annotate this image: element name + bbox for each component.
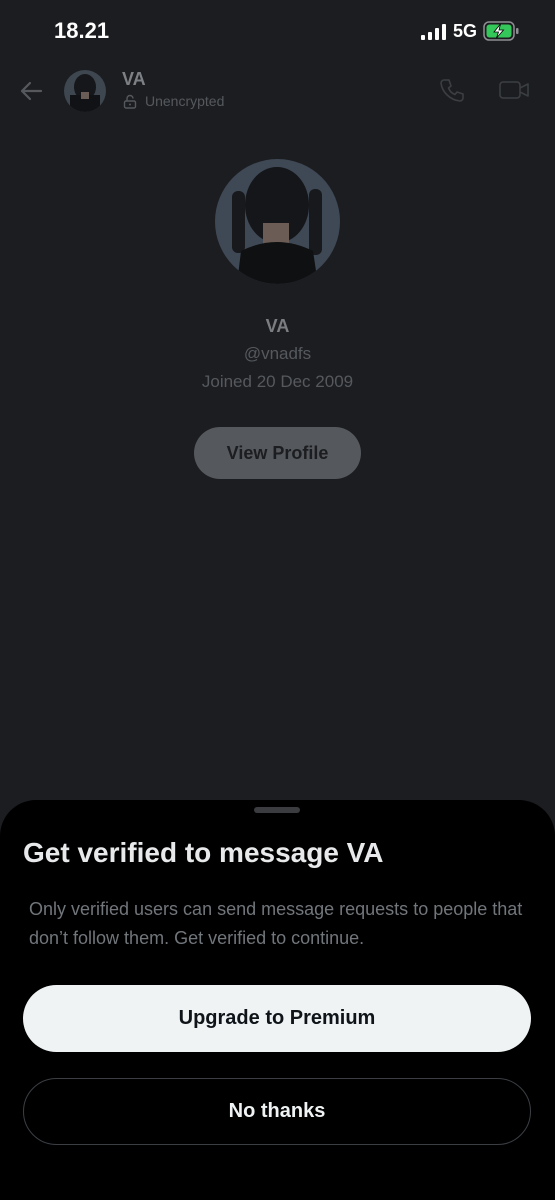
chat-header: VA Unencrypted bbox=[0, 62, 555, 122]
status-time: 18.21 bbox=[54, 18, 110, 43]
header-avatar[interactable] bbox=[64, 70, 106, 112]
sheet-drag-handle[interactable] bbox=[254, 807, 300, 813]
sheet-title: Get verified to message VA bbox=[23, 837, 384, 868]
back-arrow-icon[interactable] bbox=[18, 78, 44, 104]
profile-avatar[interactable] bbox=[215, 159, 340, 284]
lock-icon bbox=[123, 94, 137, 109]
upgrade-to-premium-button[interactable]: Upgrade to Premium bbox=[23, 985, 531, 1052]
video-icon[interactable] bbox=[498, 76, 530, 104]
verification-bottom-sheet: Get verified to message VA Only verified… bbox=[0, 800, 555, 1200]
phone-icon[interactable] bbox=[438, 76, 466, 104]
network-label: 5G bbox=[453, 21, 478, 41]
status-bar: 18.21 5G bbox=[0, 0, 555, 62]
encryption-status: Unencrypted bbox=[145, 93, 225, 109]
no-thanks-button[interactable]: No thanks bbox=[23, 1078, 531, 1145]
profile-name: VA bbox=[265, 316, 290, 336]
battery-charging-icon bbox=[483, 21, 519, 41]
signal-icon bbox=[421, 24, 446, 40]
header-name: VA bbox=[122, 69, 146, 89]
sheet-description: Only verified users can send message req… bbox=[29, 899, 523, 948]
profile-handle: @vnadfs bbox=[243, 344, 312, 363]
profile-joined-date: Joined 20 Dec 2009 bbox=[201, 372, 354, 391]
view-profile-button[interactable]: View Profile bbox=[194, 427, 361, 479]
